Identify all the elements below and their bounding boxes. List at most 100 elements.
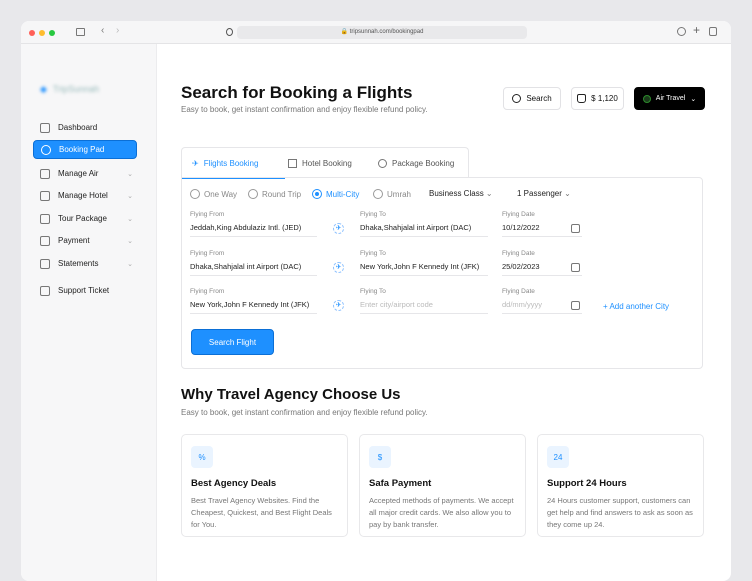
- sidebar-item-label: Booking Pad: [59, 145, 105, 154]
- sidebar-item-label: Support Ticket: [58, 286, 110, 295]
- booking-tabs: ✈ Flights Booking Hotel Booking Package B…: [181, 147, 469, 179]
- feature-icon: $: [369, 446, 391, 468]
- swap-route-icon[interactable]: ✈: [333, 300, 344, 311]
- radio-multi-city[interactable]: Multi-City: [312, 189, 359, 199]
- flying-from-field[interactable]: Flying From Jeddah,King Abdulaziz Intl. (…: [190, 211, 317, 237]
- field-label: Flying From: [190, 211, 225, 218]
- sidebar-item-label: Payment: [58, 236, 90, 245]
- flying-date-field[interactable]: Flying Date 10/12/2022: [502, 211, 582, 237]
- tab-label: Package Booking: [392, 159, 455, 168]
- sidebar-item-manage-air[interactable]: Manage Air ⌄: [33, 164, 137, 183]
- sidebar-item-label: Manage Hotel: [58, 191, 108, 200]
- forward-icon[interactable]: ›: [116, 25, 119, 36]
- radio-one-way[interactable]: One Way: [190, 189, 237, 199]
- sidebar-item-dashboard[interactable]: Dashboard: [33, 118, 137, 137]
- flying-to-field[interactable]: Flying To New York,John F Kennedy Int (JF…: [360, 250, 488, 276]
- flying-date-field[interactable]: Flying Date dd/mm/yyyy: [502, 288, 582, 314]
- sidebar-item-label: Tour Package: [58, 214, 107, 223]
- back-icon[interactable]: ‹: [101, 25, 104, 36]
- cabin-class-dropdown[interactable]: Business Class ⌄: [429, 189, 493, 198]
- tabs-overview-icon[interactable]: [709, 27, 717, 36]
- tab-package-booking[interactable]: Package Booking: [378, 148, 454, 179]
- field-label: Flying Date: [502, 211, 535, 218]
- feature-title: Support 24 Hours: [547, 478, 627, 489]
- field-value: dd/mm/yyyy: [502, 300, 543, 309]
- chevron-down-icon: ⌄: [564, 189, 571, 198]
- balance-button[interactable]: $ 1,120: [571, 87, 624, 110]
- tab-label: Hotel Booking: [302, 159, 352, 168]
- flying-date-field[interactable]: Flying Date 25/02/2023: [502, 250, 582, 276]
- hotel-icon: [288, 159, 297, 168]
- flight-search-form: One Way Round Trip Multi-City Umrah Busi…: [181, 177, 703, 369]
- why-subtitle: Easy to book, get instant confirmation a…: [181, 408, 428, 417]
- statements-icon: [40, 258, 50, 269]
- search-button[interactable]: Search: [503, 87, 561, 110]
- manage-hotel-icon: [40, 190, 50, 201]
- plane-icon: ✈: [192, 159, 199, 168]
- sidebar-item-statements[interactable]: Statements ⌄: [33, 254, 137, 273]
- tab-hotel-booking[interactable]: Hotel Booking: [288, 148, 352, 179]
- passengers-dropdown[interactable]: 1 Passenger ⌄: [517, 189, 571, 198]
- maximize-window-button[interactable]: [49, 30, 55, 36]
- calendar-icon[interactable]: [571, 224, 580, 233]
- field-value: 25/02/2023: [502, 262, 540, 271]
- chevron-down-icon: ⌄: [690, 95, 697, 103]
- chevron-down-icon: ⌄: [127, 260, 133, 268]
- support-ticket-icon: [40, 285, 50, 296]
- payment-icon: [40, 235, 50, 246]
- flying-from-field[interactable]: Flying From New York,John F Kennedy Int (…: [190, 288, 317, 314]
- flying-from-field[interactable]: Flying From Dhaka,Shahjalal int Airport (…: [190, 250, 317, 276]
- chevron-down-icon: ⌄: [127, 237, 133, 245]
- swap-route-icon[interactable]: ✈: [333, 223, 344, 234]
- calendar-icon[interactable]: [571, 301, 580, 310]
- field-label: Flying Date: [502, 288, 535, 295]
- browser-titlebar: ‹ › 🔒 tripsunnah.com/bookingpad +: [21, 21, 731, 44]
- logo[interactable]: ◆ TripSunnah: [40, 84, 99, 95]
- manage-air-icon: [40, 168, 50, 179]
- account-avatar: [642, 94, 651, 103]
- sidebar-item-manage-hotel[interactable]: Manage Hotel ⌄: [33, 186, 137, 205]
- feature-text: Accepted methods of payments. We accept …: [369, 496, 514, 529]
- search-label: Search: [526, 94, 552, 103]
- calendar-icon[interactable]: [571, 263, 580, 272]
- sidebar-item-label: Statements: [58, 259, 99, 268]
- feature-title: Safa Payment: [369, 478, 432, 489]
- download-icon[interactable]: [677, 27, 686, 36]
- search-icon: [512, 94, 522, 103]
- passengers-value: 1 Passenger: [517, 189, 562, 198]
- new-tab-icon[interactable]: +: [693, 23, 700, 37]
- shield-icon: [226, 28, 233, 36]
- url-text: tripsunnah.com/bookingpad: [349, 29, 424, 35]
- address-bar[interactable]: 🔒 tripsunnah.com/bookingpad: [237, 26, 527, 39]
- flying-to-field[interactable]: Flying To Dhaka,Shahjalal int Airport (DA…: [360, 211, 488, 237]
- search-flight-button[interactable]: Search Flight: [191, 329, 274, 355]
- chevron-down-icon: ⌄: [485, 189, 493, 198]
- radio-label: Umrah: [387, 189, 412, 199]
- why-title: Why Travel Agency Choose Us: [181, 386, 401, 403]
- swap-route-icon[interactable]: ✈: [333, 262, 344, 273]
- radio-umrah[interactable]: Umrah: [373, 189, 411, 199]
- page-subtitle: Easy to book, get instant confirmation a…: [181, 105, 428, 114]
- chevron-down-icon: ⌄: [127, 215, 133, 223]
- sidebar-item-payment[interactable]: Payment ⌄: [33, 231, 137, 250]
- add-another-city-link[interactable]: + Add another City: [603, 302, 669, 311]
- account-name: Air Travel: [655, 95, 686, 102]
- tab-label: Flights Booking: [203, 159, 259, 168]
- flying-to-field[interactable]: Flying To Enter city/airport code: [360, 288, 488, 314]
- feature-text: 24 Hours customer support, customers can…: [547, 496, 693, 529]
- radio-round-trip[interactable]: Round Trip: [248, 189, 301, 199]
- tab-flights-booking[interactable]: ✈ Flights Booking: [192, 148, 258, 179]
- radio-label: Multi-City: [326, 189, 360, 199]
- bag-icon: [577, 94, 587, 103]
- account-dropdown[interactable]: Air Travel ⌄: [634, 87, 705, 110]
- sidebar-item-booking-pad[interactable]: Booking Pad: [33, 140, 137, 159]
- feature-title: Best Agency Deals: [191, 478, 277, 489]
- field-value: Jeddah,King Abdulaziz Intl. (JED): [190, 223, 302, 232]
- sidebar-toggle-icon[interactable]: [76, 28, 85, 36]
- close-window-button[interactable]: [29, 30, 35, 36]
- sidebar-item-tour-package[interactable]: Tour Package ⌄: [33, 209, 137, 228]
- minimize-window-button[interactable]: [39, 30, 45, 36]
- field-value: New York,John F Kennedy Int (JFK): [360, 262, 480, 271]
- sidebar-item-support-ticket[interactable]: Support Ticket: [33, 281, 137, 300]
- page-title: Search for Booking a Flights: [181, 83, 413, 102]
